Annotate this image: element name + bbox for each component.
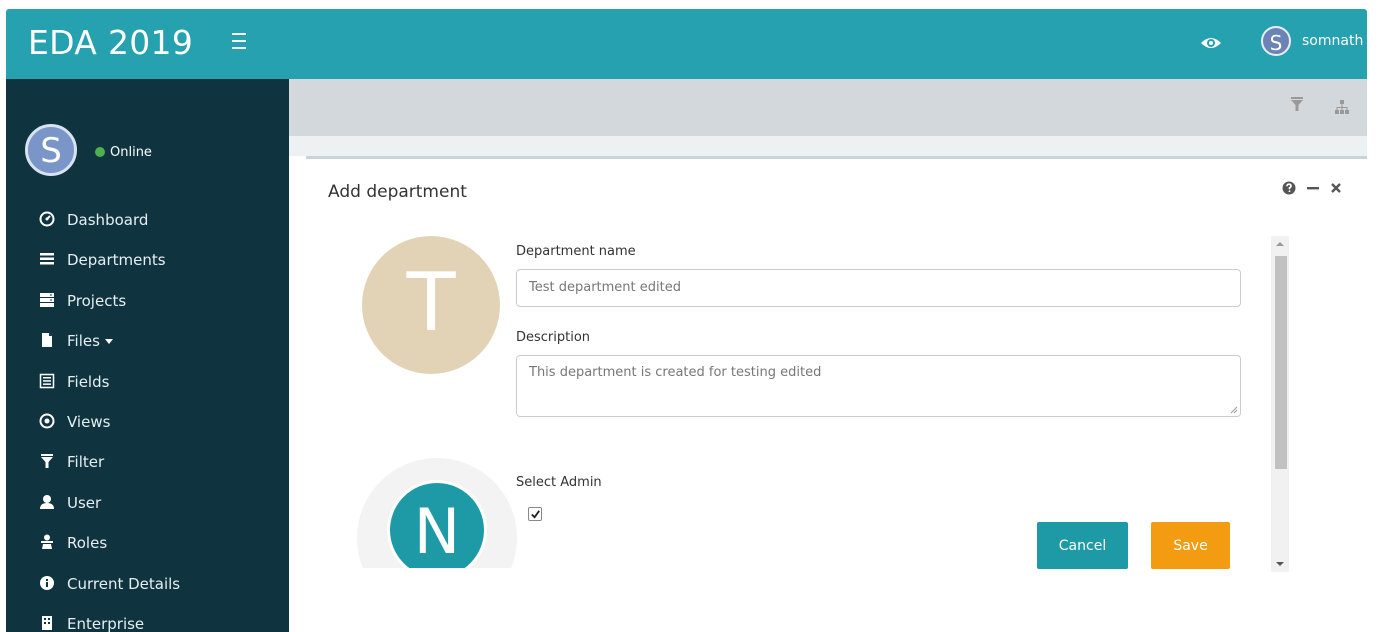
sidebar-item-label: Roles — [67, 534, 108, 553]
list-icon — [40, 253, 54, 265]
scroll-up-icon[interactable] — [1276, 242, 1284, 246]
building-icon — [42, 615, 52, 630]
filter-icon[interactable] — [1290, 97, 1304, 111]
select-admin-checkbox[interactable] — [528, 507, 542, 521]
status-label: Online — [110, 145, 152, 160]
file-icon — [42, 333, 52, 348]
sidebar-avatar: S — [25, 124, 77, 176]
sidebar-item-label: Dashboard — [67, 211, 149, 229]
description-label: Description — [516, 330, 591, 345]
sidebar: S Online Dashboard Departments Projects … — [6, 79, 289, 632]
top-header: EDA 2019 S somnath — [6, 9, 1367, 79]
help-icon[interactable] — [1282, 181, 1296, 195]
sidebar-item-label: Fields — [67, 372, 110, 391]
sidebar-item-label: Projects — [67, 291, 127, 310]
sidebar-item-label: Departments — [67, 251, 166, 270]
panel-scrollbar[interactable] — [1271, 236, 1289, 572]
cancel-button[interactable]: Cancel — [1037, 522, 1128, 569]
user-icon — [40, 494, 54, 509]
resize-grip-icon[interactable] — [1230, 406, 1238, 414]
content-strip — [289, 136, 1367, 156]
sidebar-item-enterprise[interactable]: Enterprise — [6, 604, 289, 632]
filter-icon — [41, 454, 53, 469]
status-dot-icon — [95, 147, 105, 157]
roles-icon — [41, 534, 53, 550]
sidebar-item-projects[interactable]: Projects — [6, 281, 289, 321]
select-admin-label: Select Admin — [516, 475, 602, 490]
panel-tools — [1276, 177, 1342, 197]
sitemap-icon[interactable] — [1335, 100, 1349, 114]
department-name-input[interactable]: Test department edited — [516, 269, 1241, 307]
add-department-panel: Add department T Department name Test de… — [306, 156, 1367, 632]
description-value: This department is created for testing e… — [529, 365, 822, 380]
sidebar-item-user[interactable]: User — [6, 483, 289, 523]
target-icon — [39, 413, 55, 429]
sidebar-item-views[interactable]: Views — [6, 402, 289, 442]
server-icon — [40, 292, 54, 307]
sidebar-item-label: Filter — [67, 453, 105, 472]
user-name[interactable]: somnath — [1302, 33, 1363, 49]
online-status: Online — [95, 145, 152, 160]
info-icon — [40, 575, 54, 590]
sidebar-item-dashboard[interactable]: Dashboard — [6, 200, 289, 240]
department-name-label: Department name — [516, 244, 636, 259]
scroll-down-icon[interactable] — [1276, 562, 1284, 566]
sidebar-item-files[interactable]: Files — [6, 321, 289, 361]
sidebar-item-departments[interactable]: Departments — [6, 240, 289, 280]
main-content: Add department T Department name Test de… — [289, 79, 1367, 632]
minimize-icon[interactable] — [1306, 182, 1319, 194]
caret-down-icon — [104, 339, 113, 345]
user-avatar[interactable]: S — [1261, 26, 1291, 56]
sidebar-item-current-details[interactable]: Current Details — [6, 564, 289, 604]
save-button[interactable]: Save — [1151, 522, 1230, 569]
description-textarea[interactable]: This department is created for testing e… — [516, 355, 1241, 417]
dashboard-icon — [39, 211, 55, 227]
department-avatar[interactable]: T — [362, 236, 500, 374]
app-window: EDA 2019 S somnath S Online Dashboard De… — [6, 9, 1367, 632]
admin-avatar-wrap: N — [357, 458, 517, 568]
close-icon[interactable] — [1330, 182, 1342, 194]
sidebar-item-label: Views — [67, 412, 111, 431]
hamburger-menu-icon[interactable] — [232, 33, 252, 53]
sidebar-item-filter[interactable]: Filter — [6, 442, 289, 482]
sidebar-menu: Dashboard Departments Projects Files Fie… — [6, 200, 289, 632]
sidebar-item-label: Files — [67, 332, 100, 351]
sidebar-item-label: Enterprise — [67, 614, 145, 632]
content-toolbar — [289, 79, 1367, 136]
brand-title[interactable]: EDA 2019 — [28, 23, 193, 62]
sidebar-item-label: User — [67, 493, 102, 512]
eye-icon[interactable] — [1200, 33, 1222, 53]
list-alt-icon — [39, 373, 55, 388]
sidebar-item-roles[interactable]: Roles — [6, 523, 289, 563]
check-icon — [531, 510, 540, 519]
sidebar-item-fields[interactable]: Fields — [6, 362, 289, 402]
sidebar-item-label: Current Details — [67, 574, 181, 593]
panel-title: Add department — [328, 182, 467, 202]
scrollbar-thumb[interactable] — [1275, 256, 1287, 469]
